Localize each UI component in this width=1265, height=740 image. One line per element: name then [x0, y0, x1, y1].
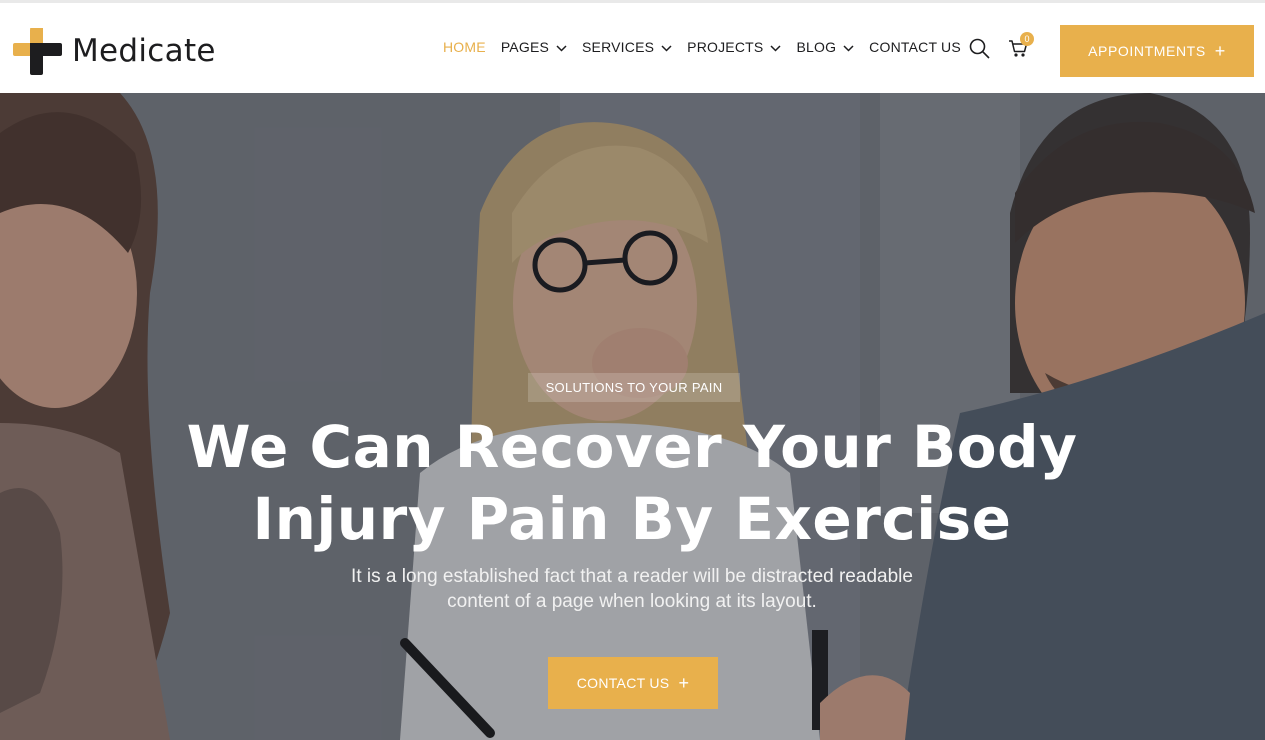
main-nav: HOME PAGES SERVICES PROJECTS BLOG CONTAC… — [443, 39, 961, 55]
chevron-down-icon — [770, 44, 781, 52]
site-header: Medicate HOME PAGES SERVICES PROJECTS BL… — [0, 0, 1265, 93]
nav-item-home[interactable]: HOME — [443, 39, 486, 55]
nav-item-label: CONTACT US — [869, 39, 961, 55]
nav-item-blog[interactable]: BLOG — [796, 39, 854, 55]
nav-item-contact-us[interactable]: CONTACT US — [869, 39, 961, 55]
nav-item-pages[interactable]: PAGES — [501, 39, 567, 55]
chevron-down-icon — [661, 44, 672, 52]
nav-item-services[interactable]: SERVICES — [582, 39, 672, 55]
search-button[interactable] — [969, 38, 990, 64]
hero-title-line: Injury Pain By Exercise — [252, 485, 1012, 553]
appointments-label: APPOINTMENTS — [1088, 43, 1206, 59]
chevron-down-icon — [556, 44, 567, 52]
medical-cross-icon — [13, 28, 62, 75]
appointments-button[interactable]: APPOINTMENTS + — [1060, 25, 1254, 77]
nav-item-label: SERVICES — [582, 39, 655, 55]
contact-us-button[interactable]: CONTACT US + — [548, 657, 718, 709]
hero-title-line: We Can Recover Your Body — [186, 413, 1078, 481]
page: Medicate HOME PAGES SERVICES PROJECTS BL… — [0, 0, 1265, 740]
nav-item-projects[interactable]: PROJECTS — [687, 39, 781, 55]
hero-subtitle-line: content of a page when looking at its la… — [447, 591, 817, 612]
nav-item-label: PROJECTS — [687, 39, 764, 55]
hero-subtitle-line: It is a long established fact that a rea… — [351, 566, 913, 587]
plus-icon: + — [1214, 41, 1226, 61]
hero-title: We Can Recover Your Body Injury Pain By … — [132, 411, 1132, 555]
nav-item-label: PAGES — [500, 39, 550, 55]
logo[interactable]: Medicate — [13, 25, 216, 77]
brand-name: Medicate — [72, 33, 216, 69]
contact-us-label: CONTACT US — [576, 675, 670, 691]
chevron-down-icon — [843, 44, 854, 52]
plus-icon: + — [678, 673, 690, 693]
hero-section: SOLUTIONS TO YOUR PAIN We Can Recover Yo… — [0, 93, 1265, 740]
nav-item-label: HOME — [443, 39, 486, 55]
hero-tag: SOLUTIONS TO YOUR PAIN — [528, 373, 740, 402]
nav-item-label: BLOG — [796, 39, 837, 55]
hero-subtitle: It is a long established fact that a rea… — [232, 564, 1032, 614]
cart-button[interactable]: 0 — [1008, 32, 1034, 63]
search-icon — [969, 38, 990, 59]
cart-count-badge: 0 — [1020, 32, 1034, 46]
